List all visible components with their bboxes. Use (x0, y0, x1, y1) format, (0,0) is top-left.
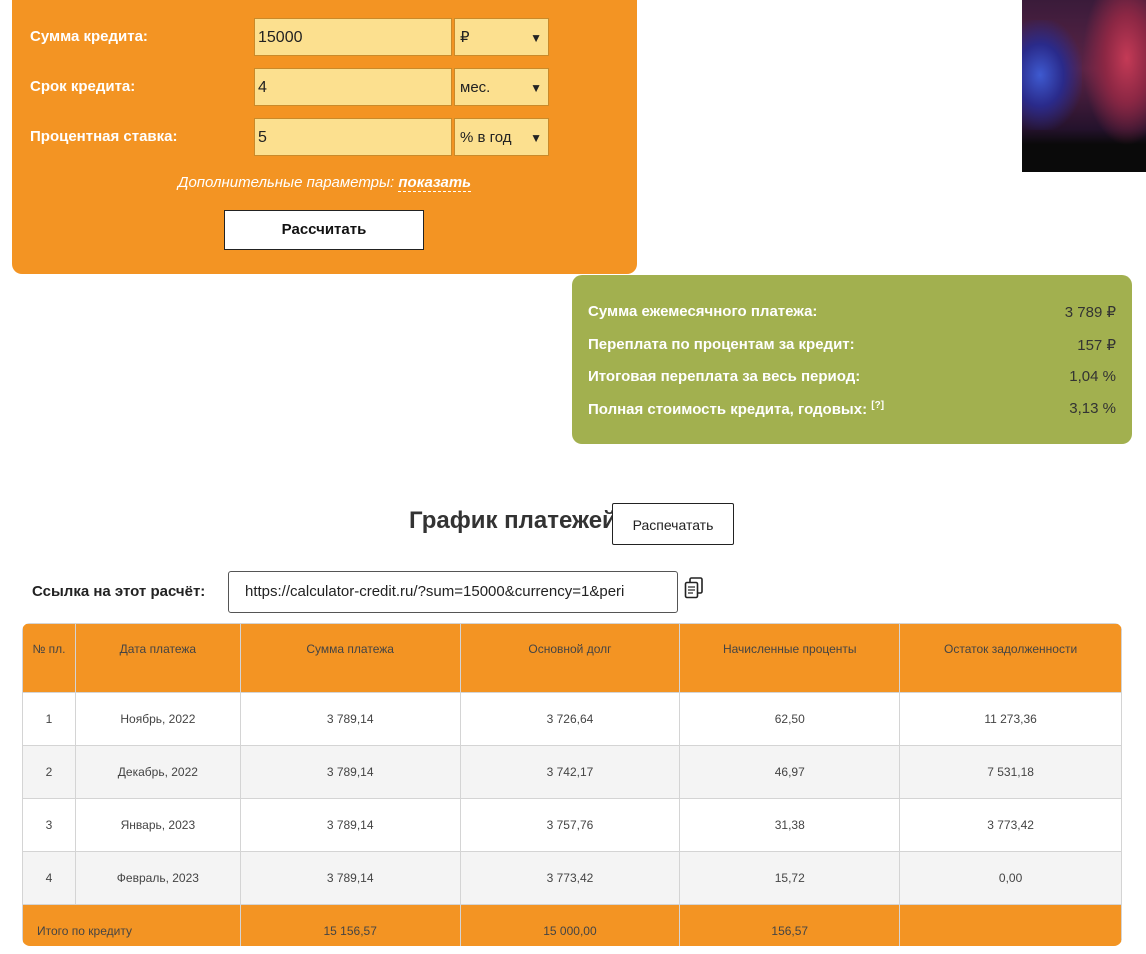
result-label: Переплата по процентам за кредит: (588, 336, 855, 353)
form-row-sum: Сумма кредита: 15000 ₽ ▼ (12, 18, 637, 58)
ad-image-shape (1022, 20, 1082, 130)
table-cell: 3 789,14 (239, 692, 461, 746)
table-cell: Февраль, 2023 (74, 851, 241, 905)
rate-unit-select-value: % в год (460, 129, 512, 146)
totals-payment: 15 156,57 (239, 904, 461, 946)
results-panel: Сумма ежемесячного платежа: 3 789 ₽ Пере… (572, 275, 1132, 444)
result-value: 1,04 % (1069, 368, 1116, 385)
chevron-down-icon: ▼ (530, 31, 542, 45)
table-row: 4 Февраль, 2023 3 789,14 3 773,42 15,72 … (22, 851, 1122, 905)
column-header: Сумма платежа (239, 623, 461, 693)
table-cell: 3 (22, 798, 76, 852)
table-cell: 4 (22, 851, 76, 905)
table-cell: 2 (22, 745, 76, 799)
column-header: Основной долг (459, 623, 681, 693)
show-extra-params-link[interactable]: показать (398, 174, 472, 192)
share-link-field[interactable]: https://calculator-credit.ru/?sum=15000&… (228, 571, 678, 613)
result-total-overpay: Итоговая переплата за весь период: 1,04 … (588, 368, 1116, 388)
term-unit-select-value: мес. (460, 79, 491, 96)
table-cell: 15,72 (679, 851, 901, 905)
schedule-title: График платежей (409, 507, 617, 534)
term-label: Срок кредита: (30, 78, 136, 95)
column-header: Остаток задолженности (899, 623, 1122, 693)
totals-interest: 156,57 (679, 904, 901, 946)
result-value: 3,13 % (1069, 400, 1116, 417)
currency-select-value: ₽ (460, 29, 470, 46)
table-cell: 7 531,18 (899, 745, 1122, 799)
extra-params-label: Дополнительные параметры: (177, 174, 395, 191)
table-cell: 62,50 (679, 692, 901, 746)
table-totals-row: Итого по кредиту 15 156,57 15 000,00 156… (22, 904, 1122, 946)
share-link-label: Ссылка на этот расчёт: (32, 583, 206, 600)
table-cell: 3 789,14 (239, 851, 461, 905)
column-header: Начисленные проценты (679, 623, 901, 693)
result-monthly-payment: Сумма ежемесячного платежа: 3 789 ₽ (588, 303, 1116, 323)
table-cell: Январь, 2023 (74, 798, 241, 852)
term-unit-select[interactable]: мес. ▼ (454, 68, 549, 106)
calculate-button[interactable]: Рассчитать (224, 210, 424, 250)
column-header: № пл. (22, 623, 76, 693)
schedule-table: № пл. Дата платежа Сумма платежа Основно… (22, 623, 1122, 946)
chevron-down-icon: ▼ (530, 131, 542, 145)
result-label: Сумма ежемесячного платежа: (588, 303, 818, 320)
rate-input[interactable]: 5 (254, 118, 452, 156)
table-cell: Декабрь, 2022 (74, 745, 241, 799)
extra-params-line: Дополнительные параметры: показать (12, 174, 637, 192)
totals-empty (899, 904, 1122, 946)
column-header: Дата платежа (74, 623, 241, 693)
form-row-term: Срок кредита: 4 мес. ▼ (12, 68, 637, 108)
table-cell: 3 773,42 (899, 798, 1122, 852)
chevron-down-icon: ▼ (530, 81, 542, 95)
table-cell: 3 726,64 (459, 692, 681, 746)
table-cell: 3 789,14 (239, 745, 461, 799)
ad-image[interactable] (1022, 0, 1146, 172)
sum-input[interactable]: 15000 (254, 18, 452, 56)
table-cell: 3 742,17 (459, 745, 681, 799)
result-interest-overpay: Переплата по процентам за кредит: 157 ₽ (588, 336, 1116, 356)
result-value: 157 ₽ (1077, 337, 1116, 354)
table-row: 2 Декабрь, 2022 3 789,14 3 742,17 46,97 … (22, 745, 1122, 799)
ad-image-shape (1082, 0, 1146, 146)
table-cell: Ноябрь, 2022 (74, 692, 241, 746)
table-cell: 46,97 (679, 745, 901, 799)
rate-unit-select[interactable]: % в год ▼ (454, 118, 549, 156)
table-row: 3 Январь, 2023 3 789,14 3 757,76 31,38 3… (22, 798, 1122, 852)
schedule-table-wrapper: № пл. Дата платежа Сумма платежа Основно… (22, 623, 1122, 946)
print-button[interactable]: Распечатать (612, 503, 734, 545)
table-row: 1 Ноябрь, 2022 3 789,14 3 726,64 62,50 1… (22, 692, 1122, 746)
table-cell: 3 757,76 (459, 798, 681, 852)
table-cell: 1 (22, 692, 76, 746)
table-cell: 3 773,42 (459, 851, 681, 905)
result-label: Полная стоимость кредита, годовых: (588, 401, 868, 418)
sum-label: Сумма кредита: (30, 28, 148, 45)
result-full-cost: Полная стоимость кредита, годовых: [?] 3… (588, 400, 1116, 420)
table-cell: 0,00 (899, 851, 1122, 905)
form-row-rate: Процентная ставка: 5 % в год ▼ (12, 118, 637, 158)
table-cell: 31,38 (679, 798, 901, 852)
result-value: 3 789 ₽ (1064, 304, 1116, 321)
table-cell: 3 789,14 (239, 798, 461, 852)
totals-label: Итого по кредиту (22, 904, 241, 946)
rate-label: Процентная ставка: (30, 128, 178, 145)
term-input[interactable]: 4 (254, 68, 452, 106)
result-label: Итоговая переплата за весь период: (588, 368, 861, 385)
table-header-row: № пл. Дата платежа Сумма платежа Основно… (22, 623, 1122, 693)
copy-icon[interactable] (684, 577, 704, 599)
help-tooltip-link[interactable]: [?] (871, 400, 884, 411)
currency-select[interactable]: ₽ ▼ (454, 18, 549, 56)
credit-form-panel: Сумма кредита: 15000 ₽ ▼ Срок кредита: 4… (12, 0, 637, 274)
table-cell: 11 273,36 (899, 692, 1122, 746)
totals-principal: 15 000,00 (459, 904, 681, 946)
